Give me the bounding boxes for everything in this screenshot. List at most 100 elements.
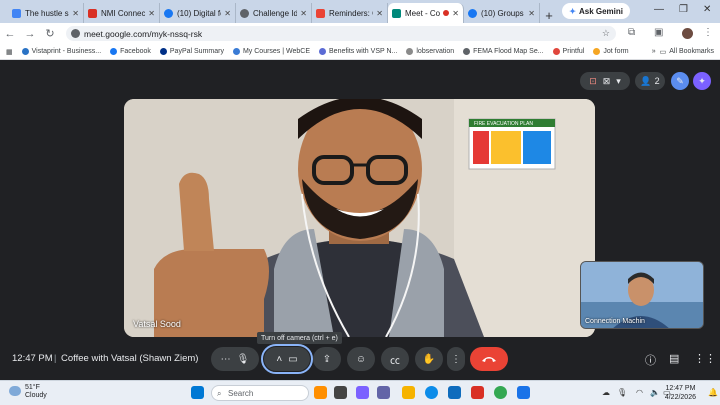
weather-widget[interactable]: 51°F Cloudy (9, 384, 47, 400)
bookmark-item[interactable]: My Courses | WebCE (232, 48, 310, 55)
store-icon[interactable] (448, 386, 461, 399)
present-screen-button[interactable]: ⇪ (313, 347, 341, 371)
hand-icon: ✋ (422, 353, 436, 365)
cloud-icon (9, 386, 21, 396)
bookmarks-bar: ▦ Vistaprint - Business... Facebook PayP… (0, 44, 720, 60)
bookmark-favicon-icon (319, 48, 327, 55)
bookmark-item[interactable]: Vistaprint - Business... (21, 48, 101, 55)
close-tab-icon[interactable]: ✕ (72, 9, 79, 18)
url-field[interactable]: meet.google.com/myk-nssq-rsk ☆ (66, 26, 616, 41)
chat-icon[interactable]: ▤ (669, 352, 679, 365)
browser-tab-active[interactable]: Meet - Co ✕ (388, 3, 464, 23)
captions-icon: ㏄ (390, 355, 400, 367)
microphone-icon: 🎙 (236, 353, 250, 365)
gemini-meet-icon[interactable]: ✎ (671, 72, 689, 90)
bookmark-item[interactable]: FEMA Flood Map Se... (463, 48, 544, 55)
new-tab-button[interactable]: + (540, 8, 558, 23)
meet-favicon-icon (392, 8, 401, 18)
profile-avatar[interactable] (682, 28, 693, 39)
bookmark-item[interactable]: Jot form (593, 48, 629, 55)
close-tab-icon[interactable]: ✕ (452, 9, 459, 18)
taskbar-search[interactable]: ⌕ Search (211, 385, 309, 401)
apps-grid-icon[interactable]: ▦ (6, 48, 13, 56)
address-bar-row: ← → ↻ meet.google.com/myk-nssq-rsk ☆ (0, 23, 720, 44)
close-tab-icon[interactable]: ✕ (528, 9, 535, 18)
notification-bell-icon[interactable]: 🔔 (708, 388, 718, 397)
raise-hand-button[interactable]: ✋ (415, 347, 443, 371)
bookmark-item[interactable]: Facebook (110, 48, 151, 55)
participants-count-button[interactable]: 👤 2 (635, 72, 665, 90)
maximize-icon[interactable]: ❐ (679, 4, 688, 15)
browser-tab[interactable]: NMI Connect ✕ (84, 3, 160, 23)
more-bookmarks-icon[interactable]: » (652, 48, 656, 55)
bookmark-item[interactable]: lobservation (406, 48, 454, 55)
back-arrow-icon[interactable]: ← (0, 28, 20, 40)
chrome-icon[interactable] (494, 386, 507, 399)
edge-icon[interactable] (425, 386, 438, 399)
close-tab-icon[interactable]: ✕ (148, 9, 155, 18)
system-clock[interactable]: 12:47 PM 4/22/2026 (665, 384, 696, 402)
browser-tab[interactable]: Challenge Ide✕ (236, 3, 312, 23)
people-icon: 👤 (640, 75, 652, 86)
bookmark-item[interactable]: Printful (552, 48, 584, 55)
close-window-icon[interactable]: ✕ (703, 4, 711, 15)
jotform-icon (593, 48, 601, 55)
bookmark-favicon-icon (406, 48, 414, 55)
title-separator: | (54, 353, 57, 363)
bookmark-item[interactable]: PayPal Summary (159, 48, 224, 55)
browser-tab[interactable]: The hustle so...✕ (8, 3, 84, 23)
bookmark-star-icon[interactable]: ☆ (602, 28, 610, 39)
more-options-button[interactable]: ⋮ (447, 347, 465, 371)
all-bookmarks-item[interactable]: ▭ All Bookmarks (660, 48, 714, 56)
reload-icon[interactable]: ↻ (40, 27, 60, 40)
browser-tab[interactable]: Reminders: Co✕ (312, 3, 388, 23)
camera-button[interactable]: ˄ ▭ (261, 344, 313, 374)
tab-favicon-icon (468, 8, 477, 18)
close-tab-icon[interactable]: ✕ (376, 9, 383, 18)
file-explorer-icon[interactable] (402, 386, 415, 399)
printful-icon (552, 48, 560, 55)
camera-icon: ▭ (288, 353, 298, 365)
self-view-video[interactable]: Connection Machin (580, 261, 704, 329)
menu-kebab-icon[interactable]: ⋮ (703, 27, 713, 38)
bookmark-item[interactable]: Benefits with VSP N... (319, 48, 397, 55)
extensions-icon[interactable]: ⧉ (628, 27, 635, 38)
recording-controls[interactable]: ⊡ ⊠ ▾ (580, 72, 630, 90)
volume-icon[interactable]: 🔈 (650, 388, 660, 397)
end-call-button[interactable] (470, 347, 508, 371)
widget-app-icon[interactable] (314, 386, 327, 399)
ask-gemini-button[interactable]: ✦ Ask Gemini (562, 3, 630, 19)
split-view-icon[interactable]: ▣ (654, 27, 663, 38)
activities-icon[interactable]: ⋮⋮ (694, 352, 716, 365)
tray-onedrive-icon[interactable]: ☁ (602, 388, 610, 397)
teams-icon[interactable] (377, 386, 390, 399)
gemini-sparkle-icon[interactable]: ✦ (693, 72, 711, 90)
captions-button[interactable]: ㏄ (381, 347, 409, 371)
tray-mic-icon[interactable]: 🎙 (617, 388, 627, 397)
minimize-icon[interactable]: — (654, 4, 664, 15)
reactions-button[interactable]: ☺ (347, 347, 375, 371)
windows-start-icon[interactable] (191, 386, 204, 399)
meeting-info-icon[interactable]: ⓘ (645, 352, 656, 368)
browser-tab[interactable]: (10) Digital fo ✕ (160, 3, 236, 23)
microphone-button[interactable]: ⋯ 🎙 (211, 347, 259, 371)
camera-off-icon: ⊠ (602, 75, 611, 86)
browser-tab[interactable]: (10) Groups | ✕ (464, 3, 540, 23)
copilot-icon[interactable] (356, 386, 369, 399)
facebook-icon (110, 48, 118, 55)
meeting-clock: 12:47 PM (12, 353, 53, 364)
bookmark-favicon-icon (232, 48, 240, 55)
forward-arrow-icon[interactable]: → (20, 28, 40, 40)
phone-hangup-icon (482, 357, 496, 362)
wifi-icon[interactable]: ◠ (636, 388, 643, 397)
site-info-icon[interactable] (71, 29, 80, 38)
meeting-title: Coffee with Vatsal (Shawn Ziem) (61, 353, 199, 364)
windows-taskbar: 51°F Cloudy ⌕ Search ☁ 🎙 ◠ 🔈 ▭ 12:47 PM … (0, 380, 720, 405)
close-tab-icon[interactable]: ✕ (224, 9, 231, 18)
emoji-icon: ☺ (355, 353, 367, 365)
search-icon: ⌕ (217, 389, 222, 398)
close-tab-icon[interactable]: ✕ (300, 9, 307, 18)
task-view-icon[interactable] (334, 386, 347, 399)
app-l-icon[interactable] (471, 386, 484, 399)
app-icon[interactable] (517, 386, 530, 399)
